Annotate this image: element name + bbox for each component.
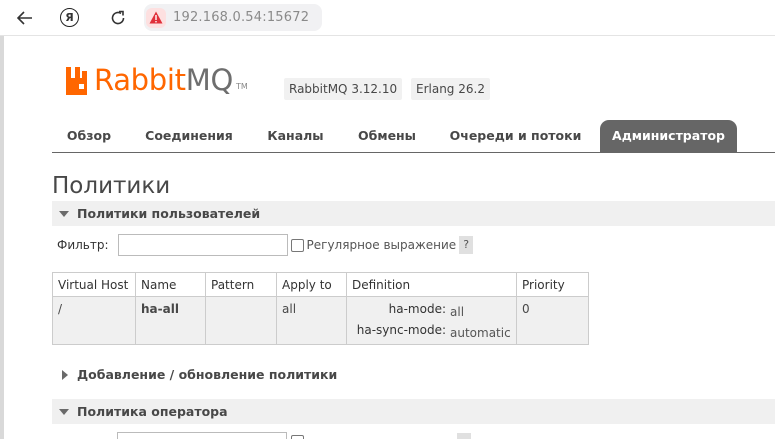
url-text: 192.168.0.54:15672	[173, 10, 310, 25]
add-policy-section-toggle[interactable]: Добавление / обновление политики	[52, 362, 775, 387]
browser-toolbar: Я 192.168.0.54:15672	[0, 0, 775, 36]
operator-regex-checkbox[interactable]	[291, 435, 304, 439]
user-policies-section-toggle[interactable]: Политики пользователей	[52, 201, 775, 226]
table-header-row: Virtual Host Name Pattern Apply to Defin…	[52, 272, 589, 297]
expand-triangle-icon	[62, 369, 68, 380]
erlang-version-badge: Erlang 26.2	[411, 78, 490, 100]
regex-checkbox[interactable]	[290, 238, 304, 252]
operator-regex-help-button[interactable]	[457, 433, 471, 439]
reload-icon[interactable]	[107, 7, 129, 29]
yandex-icon[interactable]: Я	[60, 8, 79, 27]
definition-value: automatic	[450, 326, 511, 340]
col-header-priority: Priority	[516, 272, 589, 297]
policy-name-link[interactable]: ha-all	[135, 296, 206, 345]
cell-apply-to: all	[276, 296, 347, 345]
tab-admin[interactable]: Администратор	[600, 120, 737, 152]
definition-value: all	[450, 305, 465, 319]
logo-wordmark: RabbitMQ	[94, 63, 233, 97]
policies-table: Virtual Host Name Pattern Apply to Defin…	[52, 272, 589, 345]
cell-priority: 0	[516, 296, 589, 345]
tab-connections[interactable]: Соединения	[130, 120, 248, 152]
insecure-warning-icon[interactable]	[146, 7, 166, 28]
back-arrow-icon[interactable]	[14, 7, 36, 29]
section-label: Политика оператора	[77, 404, 228, 419]
col-header-pattern: Pattern	[205, 272, 277, 297]
rabbit-logo-icon	[66, 67, 87, 95]
tab-channels[interactable]: Каналы	[252, 120, 339, 152]
col-header-name: Name	[135, 272, 206, 297]
operator-policy-section-toggle[interactable]: Политика оператора	[52, 399, 775, 424]
collapse-triangle-icon	[59, 408, 69, 415]
tab-exchanges[interactable]: Обмены	[343, 120, 431, 152]
definition-key: ha-sync-mode:	[356, 323, 446, 337]
cell-definition: ha-mode: all ha-sync-mode: automatic	[346, 296, 517, 345]
cell-pattern	[205, 296, 277, 345]
definition-key: ha-mode:	[388, 302, 446, 316]
cell-vhost: /	[52, 296, 136, 345]
tab-overview[interactable]: Обзор	[52, 120, 126, 152]
rabbitmq-version-badge: RabbitMQ 3.12.10	[284, 78, 403, 100]
table-row[interactable]: / ha-all all ha-mode: all ha-sync-mode: …	[52, 296, 589, 345]
section-label: Добавление / обновление политики	[77, 367, 338, 382]
section-label: Политики пользователей	[77, 206, 261, 221]
col-header-virtual-host: Virtual Host	[52, 272, 136, 297]
filter-row: Фильтр: Регулярное выражение ?	[57, 234, 474, 256]
regex-label: Регулярное выражение	[306, 238, 457, 252]
main-nav-tabs: Обзор Соединения Каналы Обмены Очереди и…	[52, 120, 775, 153]
regex-help-button[interactable]: ?	[459, 236, 474, 254]
col-header-apply-to: Apply to	[276, 272, 347, 297]
rabbitmq-logo[interactable]: RabbitMQ TM	[64, 63, 248, 95]
logo-trademark: TM	[235, 82, 248, 91]
address-bar[interactable]: 192.168.0.54:15672	[144, 4, 322, 31]
collapse-triangle-icon	[59, 210, 69, 217]
col-header-definition: Definition	[346, 272, 517, 297]
operator-filter-input[interactable]	[117, 432, 287, 439]
window-edge	[0, 36, 4, 439]
tab-queues[interactable]: Очереди и потоки	[435, 120, 596, 152]
filter-input[interactable]	[117, 234, 288, 256]
filter-label: Фильтр:	[57, 238, 109, 252]
page-title: Политики	[52, 173, 171, 199]
